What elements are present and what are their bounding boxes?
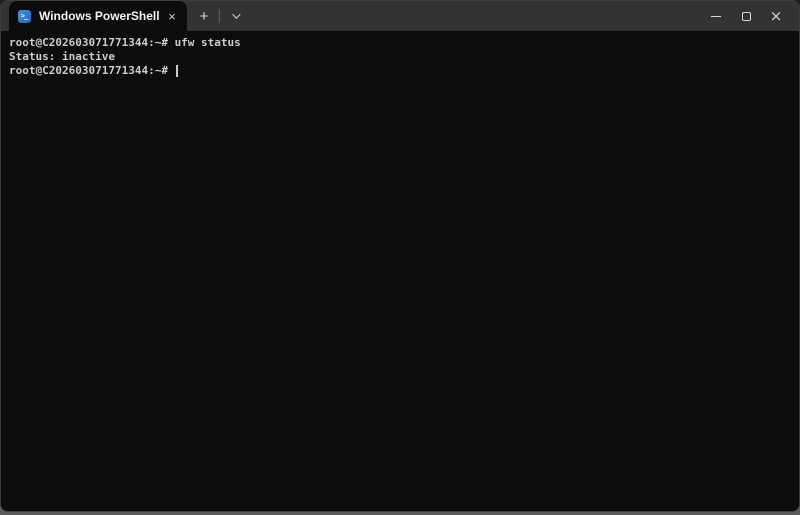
titlebar-drag-region[interactable] [248,1,701,31]
tab-close-button[interactable]: × [163,7,181,25]
prompt-text: root@C202603071771344:~# [9,64,175,77]
tab-title: Windows PowerShell [39,9,160,23]
terminal-content[interactable]: root@C202603071771344:~# ufw status Stat… [1,31,799,511]
close-icon: × [769,6,783,25]
terminal-line-output: Status: inactive [9,50,115,63]
tabbar-divider [219,9,220,23]
chevron-down-icon [232,10,241,19]
tab-windows-powershell[interactable]: >_ Windows PowerShell × [9,1,187,31]
powershell-icon: >_ [18,9,31,23]
new-tab-button[interactable]: + [191,1,217,31]
terminal-line-prompt: root@C202603071771344:~# [9,64,791,78]
maximize-icon [741,11,751,21]
terminal-window: >_ Windows PowerShell × + × root@C202603… [0,0,800,512]
close-button[interactable]: × [761,1,791,31]
titlebar: >_ Windows PowerShell × + × [1,1,799,31]
terminal-line-command: root@C202603071771344:~# ufw status [9,36,241,49]
minimize-button[interactable] [701,1,731,31]
minimize-icon [711,15,721,17]
tab-dropdown-button[interactable] [222,1,248,31]
window-controls: × [701,1,799,31]
terminal-cursor [175,65,178,77]
maximize-button[interactable] [731,1,761,31]
